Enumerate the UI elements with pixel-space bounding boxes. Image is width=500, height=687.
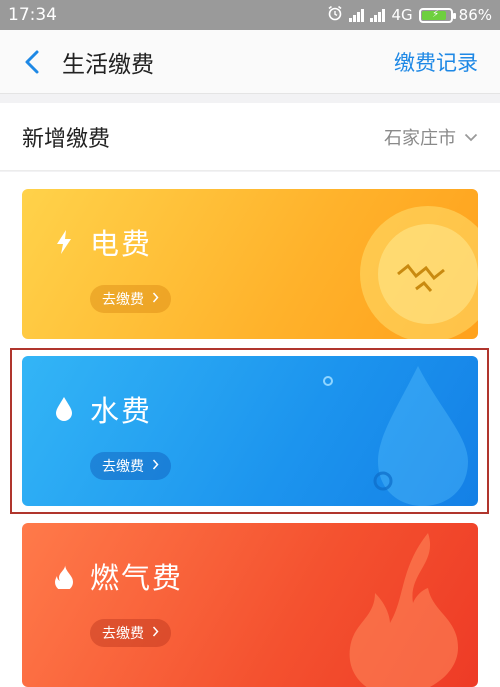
chevron-right-icon: [152, 458, 159, 474]
card-title: 电费: [90, 227, 153, 261]
alarm-icon: [327, 5, 343, 25]
network-type: 4G: [391, 6, 413, 24]
add-payment-bar: 新增缴费 石家庄市: [0, 103, 500, 171]
flame-decoration-icon: [349, 533, 458, 687]
page-title: 生活缴费: [62, 51, 154, 78]
payment-type-list: 电费 去缴费 水费 去缴费 燃气费 去缴费: [0, 172, 500, 687]
chevron-right-icon: [152, 291, 159, 307]
pay-button-label: 去缴费: [102, 626, 144, 642]
status-time: 17:34: [8, 5, 57, 25]
pay-button[interactable]: 去缴费: [90, 452, 171, 480]
gas-card[interactable]: 燃气费 去缴费: [22, 523, 478, 687]
status-icons: 4G ⚡ 86%: [327, 5, 492, 25]
app-header: 生活缴费 缴费记录: [0, 30, 500, 94]
electricity-card[interactable]: 电费 去缴费: [22, 189, 478, 339]
battery-level: 86%: [458, 6, 492, 24]
sun-decoration-icon: [360, 206, 478, 339]
card-title: 水费: [90, 394, 153, 428]
status-bar: 17:34 4G ⚡ 86%: [0, 0, 500, 30]
battery-icon: ⚡: [418, 7, 456, 23]
water-card[interactable]: 水费 去缴费: [22, 356, 478, 506]
signal-icon-2: [370, 8, 386, 22]
payment-records-link[interactable]: 缴费记录: [394, 47, 478, 77]
water-decoration-icon: [323, 366, 468, 506]
section-title: 新增缴费: [22, 126, 111, 152]
pay-button-label: 去缴费: [102, 292, 144, 308]
signal-icon: [349, 8, 365, 22]
water-drop-icon: [52, 394, 76, 424]
chevron-right-icon: [152, 625, 159, 641]
pay-button-label: 去缴费: [102, 459, 144, 475]
card-title: 燃气费: [90, 561, 184, 595]
pay-button[interactable]: 去缴费: [90, 619, 171, 647]
card-header: 电费: [52, 221, 152, 263]
card-header: 水费: [52, 388, 152, 430]
back-arrow-icon[interactable]: [12, 42, 52, 82]
pay-button[interactable]: 去缴费: [90, 285, 171, 313]
flame-icon: [52, 561, 76, 591]
card-header: 燃气费: [52, 555, 183, 597]
chevron-down-icon: [464, 126, 478, 147]
city-selector[interactable]: 石家庄市: [384, 124, 478, 150]
lightning-icon: [52, 227, 76, 257]
city-label: 石家庄市: [384, 127, 456, 149]
